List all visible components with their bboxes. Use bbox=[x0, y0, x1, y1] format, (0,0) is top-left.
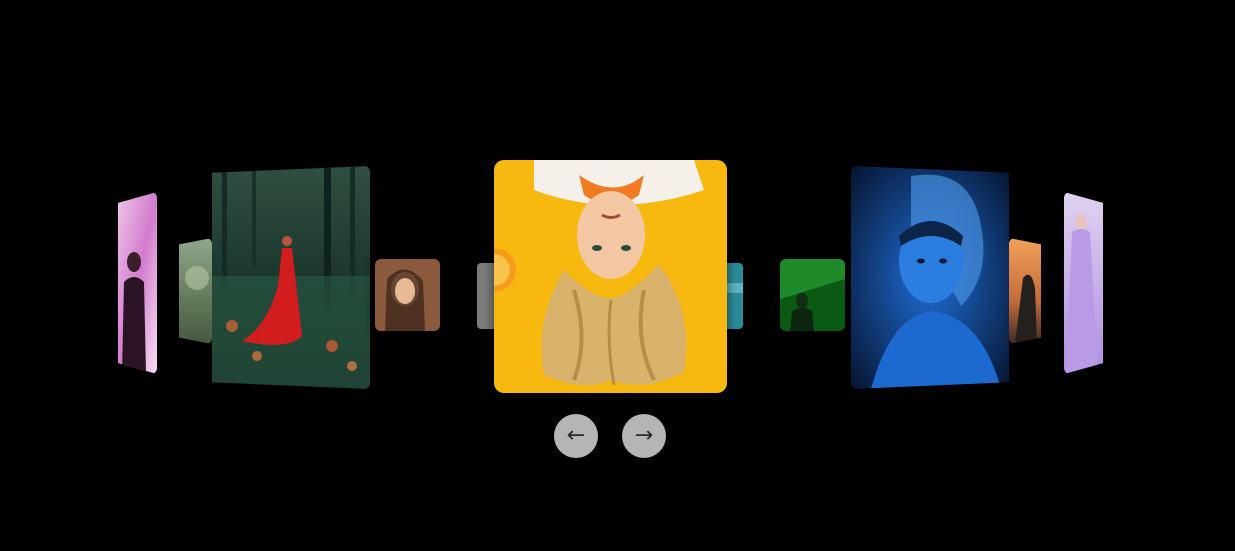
slide-pink-portrait[interactable] bbox=[118, 192, 157, 374]
slide-grey-hidden[interactable] bbox=[477, 263, 495, 329]
slide-green-field-image bbox=[179, 238, 212, 344]
slide-grey-hidden-image bbox=[477, 263, 495, 329]
slide-smiling-woman-image bbox=[375, 259, 440, 331]
slide-green-neon[interactable] bbox=[780, 259, 845, 331]
slide-forest-red-dress[interactable] bbox=[212, 166, 370, 389]
slide-blonde-yellow-active[interactable] bbox=[494, 160, 727, 393]
slide-sunset-silhouette-image bbox=[1009, 238, 1041, 344]
carousel: ← → bbox=[0, 0, 1235, 551]
slide-smiling-woman[interactable] bbox=[375, 259, 440, 331]
prev-button[interactable]: ← bbox=[554, 414, 598, 458]
slide-pink-portrait-image bbox=[118, 192, 157, 374]
slide-sunset-silhouette[interactable] bbox=[1009, 238, 1041, 344]
slide-lavender-dress[interactable] bbox=[1064, 192, 1103, 374]
slide-teal-hidden-image bbox=[727, 263, 743, 329]
slide-lavender-dress-image bbox=[1064, 192, 1103, 374]
slide-blue-man[interactable] bbox=[851, 166, 1009, 389]
next-button[interactable]: → bbox=[622, 414, 666, 458]
slide-forest-red-dress-image bbox=[212, 166, 370, 389]
slide-green-field[interactable] bbox=[179, 238, 212, 344]
slide-green-neon-image bbox=[780, 259, 845, 331]
slide-blonde-yellow-image bbox=[494, 160, 727, 393]
slide-teal-hidden[interactable] bbox=[727, 263, 743, 329]
slide-blue-man-image bbox=[851, 166, 1009, 389]
